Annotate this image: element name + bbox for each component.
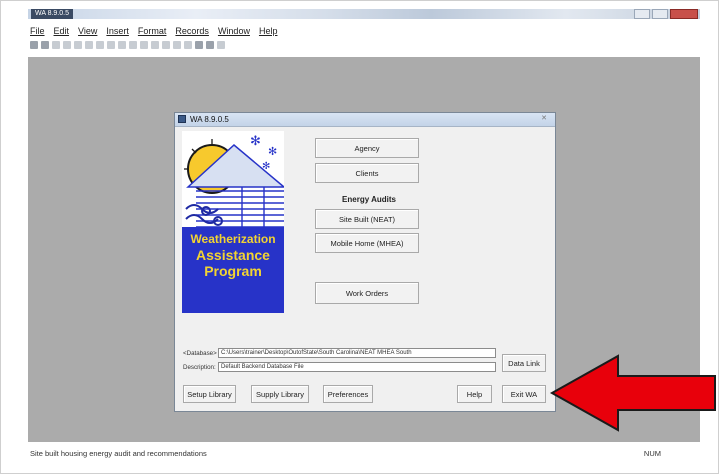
agency-button[interactable]: Agency <box>315 138 419 158</box>
logo-line-2: Assistance <box>196 247 270 263</box>
clients-button[interactable]: Clients <box>315 163 419 183</box>
window-titlebar[interactable] <box>28 9 700 19</box>
red-arrow-icon <box>549 354 716 432</box>
dialog-close-icon[interactable]: ✕ <box>539 115 549 123</box>
find-icon[interactable] <box>195 41 203 49</box>
maximize-icon[interactable] <box>652 9 668 19</box>
filter-by-selection-icon[interactable] <box>140 41 148 49</box>
database-path-field[interactable]: C:\Users\trainer\Desktop\OutofState\Sout… <box>218 348 496 358</box>
new-record-icon[interactable] <box>173 41 181 49</box>
paste-icon[interactable] <box>85 41 93 49</box>
menu-help[interactable]: Help <box>259 25 278 37</box>
apply-filter-icon[interactable] <box>162 41 170 49</box>
data-link-button[interactable]: Data Link <box>502 354 546 372</box>
logo-text: Weatherization Assistance Program <box>182 231 284 279</box>
svg-text:✻: ✻ <box>268 145 277 158</box>
help-button[interactable]: Help <box>457 385 492 403</box>
menu-format[interactable]: Format <box>138 25 167 37</box>
exit-wa-button[interactable]: Exit WA <box>502 385 546 403</box>
toolbar <box>30 39 225 51</box>
site-built-neat-button[interactable]: Site Built (NEAT) <box>315 209 419 229</box>
filter-by-form-icon[interactable] <box>151 41 159 49</box>
menu-window[interactable]: Window <box>218 25 250 37</box>
status-bar: Site built housing energy audit and reco… <box>28 447 700 461</box>
status-message: Site built housing energy audit and reco… <box>30 449 207 458</box>
svg-text:✻: ✻ <box>262 161 270 172</box>
description-label: Description: <box>183 364 216 371</box>
menu-records[interactable]: Records <box>175 25 209 37</box>
logo-line-3: Program <box>204 263 262 279</box>
format-painter-icon[interactable] <box>96 41 104 49</box>
mobile-home-mhea-button[interactable]: Mobile Home (MHEA) <box>315 233 419 253</box>
description-field[interactable]: Default Backend Database File <box>218 362 496 372</box>
logo-line-1: Weatherization <box>190 232 276 246</box>
menu-insert[interactable]: Insert <box>106 25 129 37</box>
delete-record-icon[interactable] <box>184 41 192 49</box>
dialog-title: WA 8.9.0.5 <box>190 115 229 124</box>
print-icon[interactable] <box>30 41 38 49</box>
svg-text:✻: ✻ <box>250 134 261 149</box>
close-icon[interactable] <box>670 9 698 19</box>
setup-library-button[interactable]: Setup Library <box>183 385 236 403</box>
work-orders-button[interactable]: Work Orders <box>315 282 419 304</box>
menu-edit[interactable]: Edit <box>54 25 70 37</box>
cut-icon[interactable] <box>63 41 71 49</box>
sort-ascending-icon[interactable] <box>118 41 126 49</box>
supply-library-button[interactable]: Supply Library <box>251 385 309 403</box>
menu-file[interactable]: File <box>30 25 45 37</box>
spelling-icon[interactable] <box>52 41 60 49</box>
sort-descending-icon[interactable] <box>129 41 137 49</box>
energy-audits-label: Energy Audits <box>342 195 396 204</box>
num-lock-indicator: NUM <box>643 449 661 458</box>
database-window-icon[interactable] <box>206 41 214 49</box>
window-title: WA 8.9.0.5 <box>31 9 73 19</box>
minimize-icon[interactable] <box>634 9 650 19</box>
dialog-titlebar[interactable]: WA 8.9.0.5 ✕ <box>175 113 555 127</box>
new-object-icon[interactable] <box>217 41 225 49</box>
weatherization-logo: ✻ ✻ ✻ Weatherization Assistance Program <box>182 131 287 313</box>
print-preview-icon[interactable] <box>41 41 49 49</box>
copy-icon[interactable] <box>74 41 82 49</box>
menu-view[interactable]: View <box>78 25 97 37</box>
preferences-button[interactable]: Preferences <box>323 385 373 403</box>
database-label: <Database> <box>183 350 217 357</box>
undo-icon[interactable] <box>107 41 115 49</box>
main-menu-dialog: WA 8.9.0.5 ✕ ✻ ✻ ✻ Weatherization Assist… <box>174 112 556 412</box>
house-sun-icon: ✻ ✻ ✻ <box>182 131 287 231</box>
app-icon <box>178 115 186 123</box>
menu-bar: File Edit View Insert Format Records Win… <box>30 25 277 37</box>
